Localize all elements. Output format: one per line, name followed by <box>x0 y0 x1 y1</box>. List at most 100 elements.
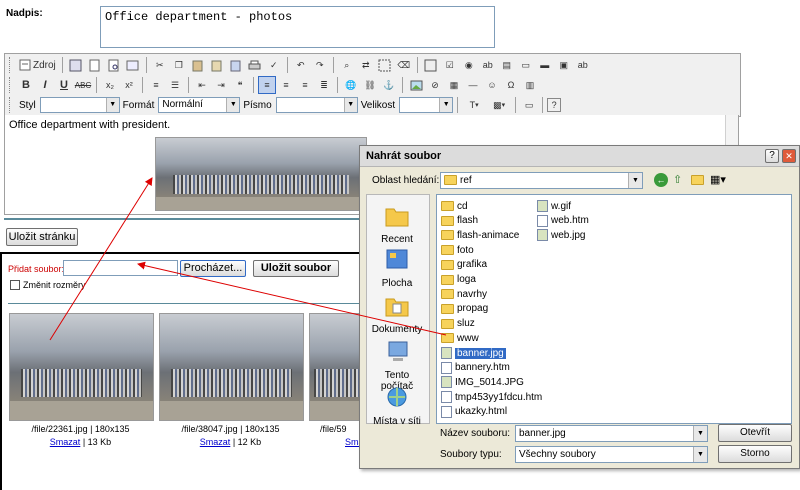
italic-icon[interactable]: I <box>36 76 54 94</box>
file-list[interactable]: cd flash flash-animace foto grafika loga navrh… <box>436 194 792 424</box>
place-recent[interactable]: Recent <box>371 203 423 245</box>
file-item[interactable]: web.jpg <box>537 228 585 242</box>
source-icon[interactable]: Zdroj <box>17 56 58 74</box>
folder-item[interactable]: grafika <box>441 258 487 272</box>
numbered-list-icon[interactable]: ≡ <box>147 76 165 94</box>
file-item[interactable]: w.gif <box>537 199 571 213</box>
save-icon[interactable] <box>67 56 85 74</box>
look-in-select[interactable]: ref ▼ <box>440 172 643 189</box>
smiley-icon[interactable]: ☺ <box>483 76 501 94</box>
title-input[interactable]: Office department - photos <box>100 6 495 48</box>
bold-icon[interactable]: B <box>17 76 35 94</box>
folder-item[interactable]: cd <box>441 199 468 213</box>
place-network[interactable]: Místa v síti <box>371 385 423 427</box>
new-page-icon[interactable] <box>86 56 104 74</box>
flash-icon[interactable]: ⊘ <box>426 76 444 94</box>
unlink-icon[interactable]: ⛓ <box>361 76 379 94</box>
special-char-icon[interactable]: Ω <box>502 76 520 94</box>
place-documents[interactable]: Dokumenty <box>371 293 423 335</box>
maximize-icon[interactable]: ▭ <box>520 96 538 114</box>
save-page-button[interactable]: Uložit stránku <box>6 228 78 246</box>
button-field-icon[interactable]: ▬ <box>536 56 554 74</box>
textfield-icon[interactable]: ab <box>479 56 497 74</box>
indent-icon[interactable]: ⇥ <box>212 76 230 94</box>
up-folder-icon[interactable]: ⇧ <box>673 173 687 187</box>
style-select[interactable]: ▼ <box>39 97 120 113</box>
filename-input[interactable]: banner.jpg ▼ <box>515 425 708 442</box>
spellcheck-icon[interactable]: ✓ <box>265 56 283 74</box>
select-all-icon[interactable] <box>376 56 394 74</box>
superscript-icon[interactable]: x² <box>120 76 138 94</box>
hidden-field-icon[interactable]: ab <box>574 56 592 74</box>
find-icon[interactable]: ⌕ <box>338 56 356 74</box>
gallery-thumb-3[interactable] <box>309 313 366 421</box>
help-icon[interactable]: ? <box>547 98 562 112</box>
gallery-thumb-2[interactable] <box>159 313 304 421</box>
hr-icon[interactable]: — <box>464 76 482 94</box>
file-item[interactable]: tmp453yy1fdcu.htm <box>441 390 542 404</box>
delete-link[interactable]: Smazat <box>200 437 231 447</box>
preview-icon[interactable] <box>105 56 123 74</box>
image-icon[interactable] <box>407 76 425 94</box>
file-item[interactable]: web.htm <box>537 214 589 228</box>
remove-format-icon[interactable]: ⌫ <box>395 56 413 74</box>
folder-item[interactable]: sluz <box>441 317 475 331</box>
folder-item[interactable]: foto <box>441 243 474 257</box>
cut-icon[interactable]: ✂ <box>151 56 169 74</box>
bullet-list-icon[interactable]: ☰ <box>166 76 184 94</box>
bg-color-icon[interactable]: ▩ ▾ <box>487 96 511 114</box>
folder-item[interactable]: flash-animace <box>441 228 519 242</box>
align-center-icon[interactable]: ≡ <box>277 76 295 94</box>
file-item[interactable]: banner.jpg <box>441 346 506 360</box>
align-right-icon[interactable]: ≡ <box>296 76 314 94</box>
replace-icon[interactable]: ⇄ <box>357 56 375 74</box>
blockquote-icon[interactable]: ❝ <box>231 76 249 94</box>
page-break-icon[interactable]: ▥ <box>521 76 539 94</box>
browse-button[interactable]: Procházet... <box>180 260 246 277</box>
paste-word-icon[interactable] <box>227 56 245 74</box>
upload-file-input[interactable] <box>63 260 178 276</box>
subscript-icon[interactable]: x₂ <box>101 76 119 94</box>
form-icon[interactable] <box>422 56 440 74</box>
folder-item[interactable]: propag <box>441 302 488 316</box>
anchor-icon[interactable]: ⚓ <box>380 76 398 94</box>
format-select[interactable]: Normální ▼ <box>158 97 241 113</box>
paste-icon[interactable] <box>189 56 207 74</box>
textarea-icon[interactable]: ▤ <box>498 56 516 74</box>
back-icon[interactable]: ← <box>654 173 668 187</box>
table-icon[interactable]: ▦ <box>445 76 463 94</box>
folder-item[interactable]: flash <box>441 214 478 228</box>
banner-image[interactable] <box>155 137 367 211</box>
size-select[interactable]: ▼ <box>399 97 454 113</box>
undo-icon[interactable]: ↶ <box>292 56 310 74</box>
radio-icon[interactable]: ◉ <box>460 56 478 74</box>
save-file-button[interactable]: Uložit soubor <box>253 260 339 277</box>
select-field-icon[interactable]: ▭ <box>517 56 535 74</box>
place-desktop[interactable]: Plocha <box>371 247 423 289</box>
resize-checkbox[interactable] <box>10 280 20 290</box>
checkbox-icon[interactable]: ☑ <box>441 56 459 74</box>
dialog-help-button[interactable]: ? <box>765 149 779 163</box>
text-color-icon[interactable]: T ▾ <box>462 96 486 114</box>
open-button[interactable]: Otevřít <box>718 424 792 442</box>
image-button-icon[interactable]: ▣ <box>555 56 573 74</box>
new-folder-icon[interactable] <box>691 175 707 188</box>
dialog-close-button[interactable]: ✕ <box>782 149 796 163</box>
font-select[interactable]: ▼ <box>275 97 358 113</box>
folder-item[interactable]: navrhy <box>441 287 487 301</box>
filetype-select[interactable]: Všechny soubory ▼ <box>515 446 708 463</box>
paste-text-icon[interactable] <box>208 56 226 74</box>
underline-icon[interactable]: U <box>55 76 73 94</box>
delete-link[interactable]: Smazat <box>50 437 81 447</box>
folder-item[interactable]: loga <box>441 273 476 287</box>
strike-icon[interactable]: ABC <box>74 76 92 94</box>
link-icon[interactable]: 🌐 <box>342 76 360 94</box>
redo-icon[interactable]: ↷ <box>311 56 329 74</box>
view-menu-icon[interactable]: ▦▾ <box>710 173 730 187</box>
file-item[interactable]: IMG_5014.JPG <box>441 375 524 389</box>
print-icon[interactable] <box>246 56 264 74</box>
template-icon[interactable] <box>124 56 142 74</box>
outdent-icon[interactable]: ⇤ <box>193 76 211 94</box>
cancel-button[interactable]: Storno <box>718 445 792 463</box>
align-justify-icon[interactable]: ≣ <box>315 76 333 94</box>
